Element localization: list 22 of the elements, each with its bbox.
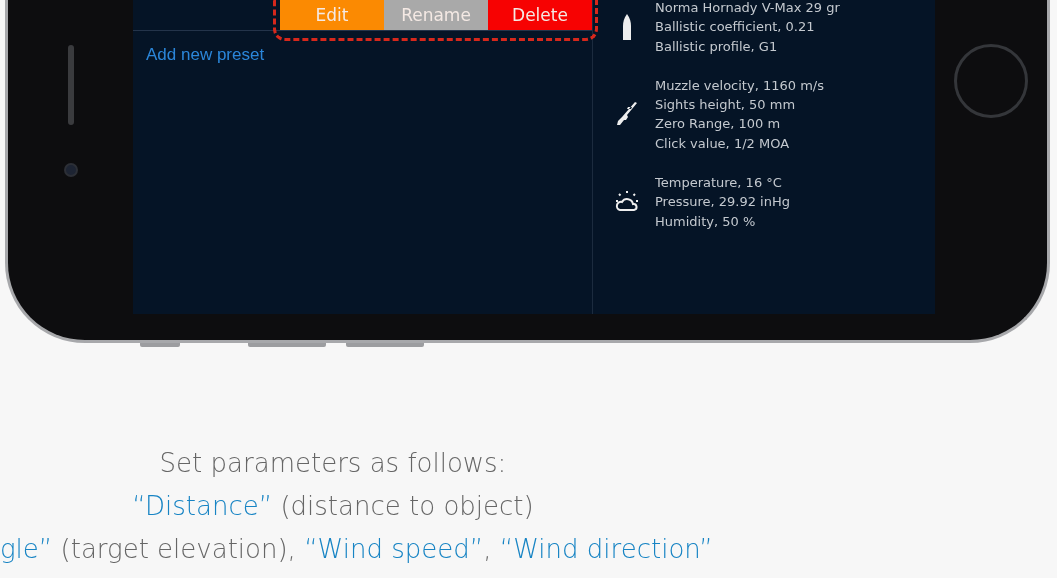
detail-text: Sights height, 50 mm [655,96,797,115]
detail-text: Ballistic profile, G1 [655,37,779,56]
instruction-text: gle” (target elevation), “Wind speed”, “Wind direction” [0,533,714,566]
detail-text: Humidity, 50 % [655,212,757,231]
rename-button[interactable]: Rename [384,0,488,30]
detail-text: Temperature, 16 °C [655,174,783,193]
rifle-icon [616,102,638,127]
add-preset-link[interactable]: Add new preset [146,45,265,65]
detail-text: Muzzle velocity, 1160 m/s [655,76,824,95]
home-button[interactable] [954,44,1028,118]
edit-button[interactable]: Edit [280,0,384,30]
detail-text: Zero Range, 100 m [655,115,782,134]
instruction-text: “Distance” (distance to object) [131,490,535,523]
bullet-icon [622,13,632,40]
detail-text: Click value, 1/2 MOA [655,134,791,153]
detail-text: Norma Hornady V-Max 29 gr [655,0,840,17]
camera-lens [63,163,78,177]
delete-button[interactable]: Delete [488,0,592,30]
instruction-text: Set parameters as follows: [158,447,508,480]
weather-icon [615,190,639,214]
detail-text: Pressure, 29.92 inHg [655,193,790,212]
detail-text: Ballistic coefficient, 0.21 [655,18,816,37]
